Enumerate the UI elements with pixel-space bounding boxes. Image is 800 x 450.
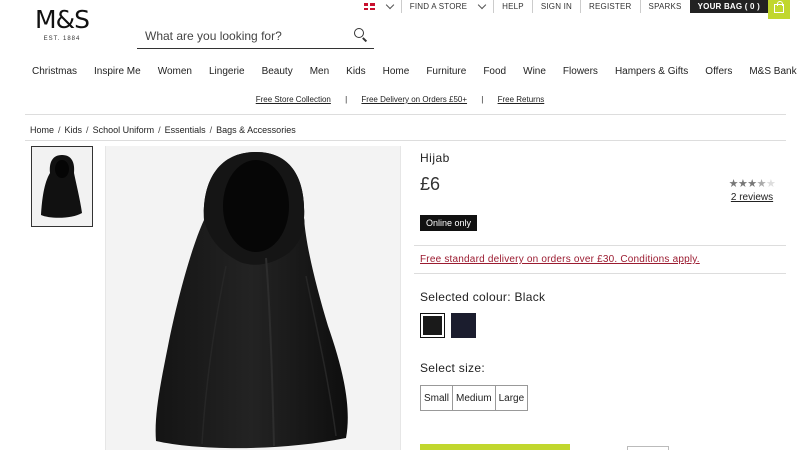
divider [25,140,786,141]
nav-item-women[interactable]: Women [158,66,192,77]
country-selector[interactable] [356,0,401,13]
nav-item-offers[interactable]: Offers [705,66,732,77]
promo-separator: | [345,95,348,104]
search-bar [137,24,374,49]
free-delivery-link[interactable]: Free Delivery on Orders £50+ [361,95,467,104]
product-title: Hijab [420,151,450,165]
breadcrumb-home[interactable]: Home [30,125,54,135]
free-returns-link[interactable]: Free Returns [498,95,545,104]
online-only-badge: Online only [420,215,478,231]
quantity-field[interactable] [627,446,669,450]
breadcrumb-bags-accessories[interactable]: Bags & Accessories [216,125,296,135]
add-to-bag-button[interactable] [420,444,570,450]
nav-item-ms-bank[interactable]: M&S Bank [749,66,796,77]
size-option-small[interactable]: Small [421,386,452,410]
hijab-product-image [155,152,348,449]
nav-item-hampers-gifts[interactable]: Hampers & Gifts [615,66,688,77]
main-nav: Christmas Inspire Me Women Lingerie Beau… [0,66,800,77]
colour-swatch-navy[interactable] [451,313,476,338]
breadcrumb-kids[interactable]: Kids [65,125,83,135]
size-selector: Small Medium Large [420,385,529,411]
breadcrumb-essentials[interactable]: Essentials [165,125,206,135]
divider [414,245,786,246]
bag-count: ( 0 ) [744,2,760,11]
nav-item-furniture[interactable]: Furniture [426,66,466,77]
promo-separator: | [481,95,484,104]
product-thumbnail[interactable] [31,146,93,227]
utility-bar: FIND A STORE HELP SIGN IN REGISTER SPARK… [356,0,790,13]
chevron-down-icon [477,0,487,10]
find-store-link[interactable]: FIND A STORE [400,0,493,13]
help-link[interactable]: HELP [493,0,532,13]
breadcrumb-school-uniform[interactable]: School Uniform [93,125,155,135]
nav-item-home[interactable]: Home [383,66,410,77]
product-price: £6 [420,174,441,194]
sign-in-link[interactable]: SIGN IN [531,0,580,13]
nav-item-beauty[interactable]: Beauty [262,66,293,77]
shopping-bag-icon[interactable] [768,0,790,19]
divider [25,114,786,115]
breadcrumb: Home / Kids / School Uniform / Essentials / Bags… [30,125,296,135]
colour-swatch-black[interactable] [420,313,445,338]
delivery-conditions-link[interactable]: Free standard delivery on orders over £3… [420,254,700,265]
nav-item-wine[interactable]: Wine [523,66,546,77]
nav-item-food[interactable]: Food [483,66,506,77]
product-rating: ★★★★★ 2 reviews [726,178,778,204]
product-main-image[interactable] [105,146,401,450]
search-icon[interactable] [354,28,364,38]
nav-item-lingerie[interactable]: Lingerie [209,66,245,77]
nav-item-men[interactable]: Men [310,66,329,77]
select-size-label: Select size: [420,361,485,375]
search-input[interactable] [137,24,342,47]
nav-item-christmas[interactable]: Christmas [32,66,77,77]
sparks-link[interactable]: SPARKS [639,0,690,13]
ms-logo[interactable]: M&S EST. 1884 [30,6,94,43]
nav-item-kids[interactable]: Kids [346,66,365,77]
size-option-large[interactable]: Large [494,386,528,410]
free-store-collection-link[interactable]: Free Store Collection [256,95,331,104]
rating-stars-icon: ★★★★★ [728,178,776,190]
nav-item-inspire-me[interactable]: Inspire Me [94,66,141,77]
register-link[interactable]: REGISTER [580,0,640,13]
hijab-thumbnail-image [41,155,82,218]
chevron-down-icon [385,0,394,10]
divider [414,273,786,274]
reviews-link[interactable]: 2 reviews [726,192,778,203]
size-option-medium[interactable]: Medium [452,386,495,410]
promo-strip: Free Store Collection | Free Delivery on… [0,95,800,104]
nav-item-flowers[interactable]: Flowers [563,66,598,77]
uk-flag-icon [363,3,375,10]
selected-colour-label: Selected colour: Black [420,290,546,304]
